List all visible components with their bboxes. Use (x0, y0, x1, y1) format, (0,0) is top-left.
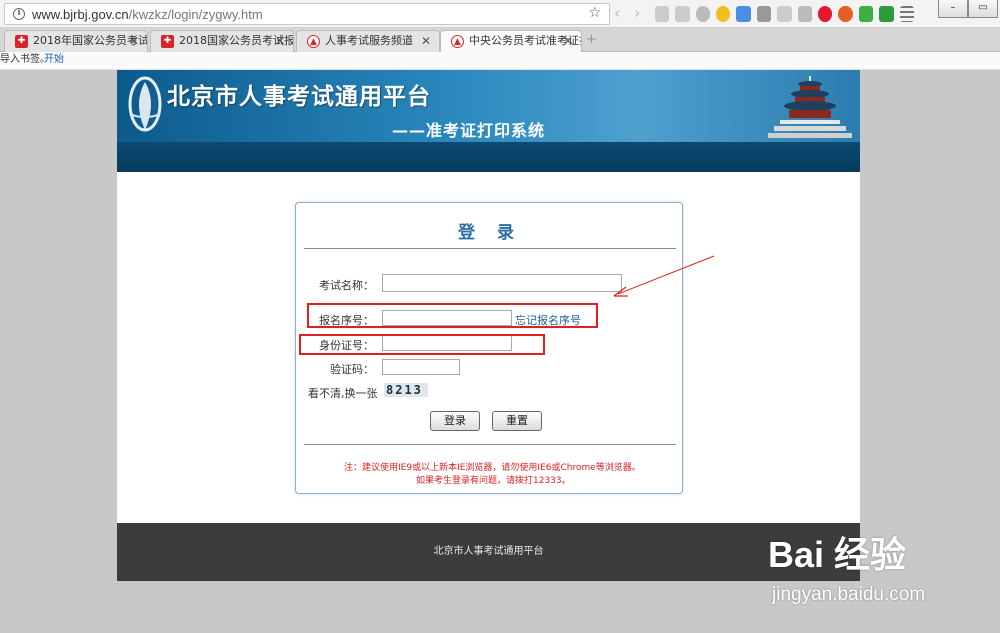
watermark-logo: Bai 经验 (768, 534, 907, 575)
watermark-url: jingyan.baidu.com (772, 584, 926, 605)
baidu-jingyan-watermark: Bai 经验 jingyan.baidu.com (768, 526, 1000, 633)
